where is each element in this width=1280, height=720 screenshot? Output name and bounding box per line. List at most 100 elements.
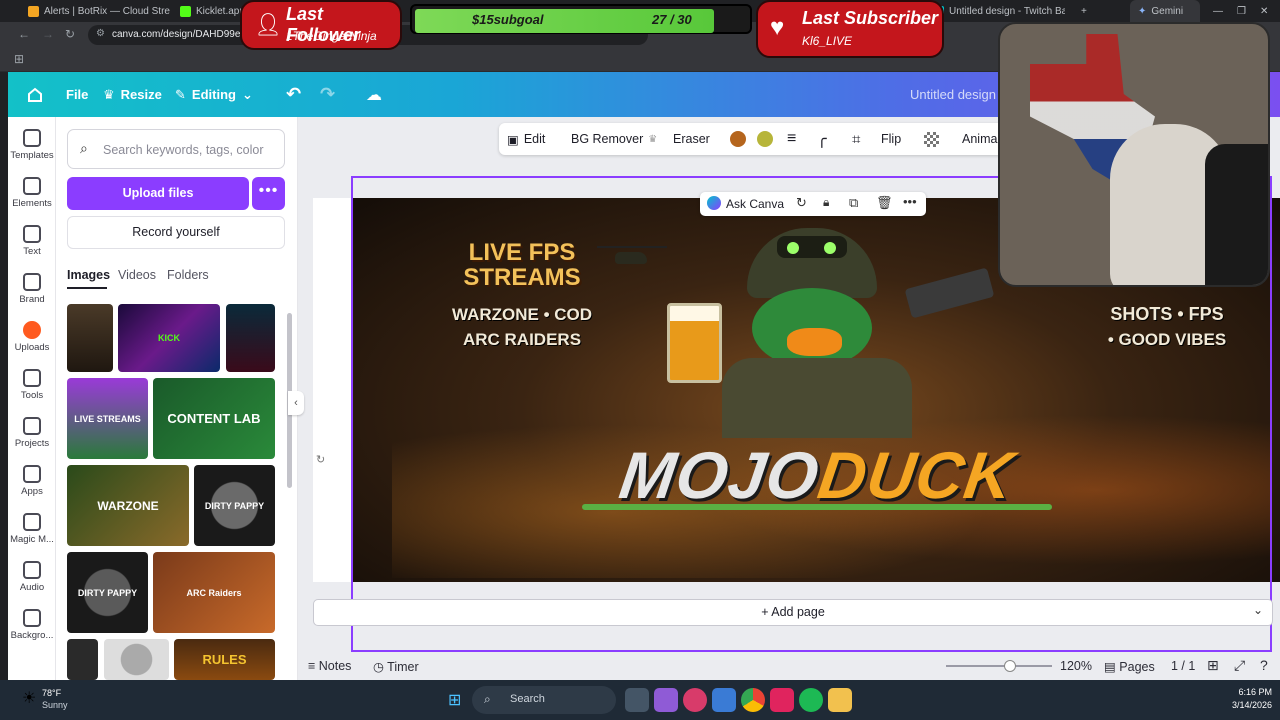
collapse-panel-chevron-icon[interactable]: ‹ [288, 391, 304, 415]
site-info-icon[interactable]: ⚙ [96, 28, 105, 39]
tab-botrix-alerts[interactable]: Alerts | BotRix — Cloud Stre [20, 0, 170, 22]
upload-thumbnail[interactable] [104, 639, 169, 680]
flip-button[interactable]: Flip [881, 123, 901, 155]
page-options-chevron-icon[interactable]: ⌄ [1253, 603, 1263, 617]
edit-image-button[interactable]: ▣ Edit [507, 123, 545, 155]
rotate-handle-icon[interactable]: ↻ [316, 453, 325, 466]
weather-temp[interactable]: 78°F [42, 688, 61, 698]
ask-canva-icon [707, 196, 721, 210]
windows-start-icon[interactable]: ⊞ [448, 690, 461, 710]
crop-button[interactable]: ⌗ [852, 123, 860, 155]
clock-date[interactable]: 3/14/2026 [1210, 700, 1272, 710]
animate-button[interactable]: Anima [962, 123, 997, 155]
color-swatch-1[interactable] [730, 123, 746, 155]
tab-untitled-design[interactable]: Untitled design - Twitch Banr [925, 0, 1065, 22]
upload-files-button[interactable]: Upload files [67, 177, 249, 210]
rail-item-background[interactable]: Backgro... [8, 609, 56, 641]
spotify-icon[interactable] [799, 688, 823, 712]
rail-item-elements[interactable]: Elements [8, 177, 56, 209]
rail-item-brand[interactable]: Brand [8, 273, 56, 305]
tab-folders[interactable]: Folders [167, 268, 209, 282]
upload-thumbnail[interactable]: CONTENT LAB [153, 378, 275, 459]
upload-thumbnail[interactable] [226, 304, 275, 372]
add-page-button[interactable]: + Add page [313, 599, 1273, 626]
upload-thumbnail[interactable]: KICK [118, 304, 220, 372]
obs-icon[interactable] [683, 688, 707, 712]
reload-icon[interactable]: ↻ [65, 27, 75, 41]
rail-item-text[interactable]: Text [8, 225, 56, 257]
swatch-circle [730, 131, 746, 147]
help-icon[interactable]: ? [1260, 657, 1268, 673]
x-app-icon[interactable] [770, 688, 794, 712]
tab-gemini[interactable]: ✦ Gemini [1130, 0, 1200, 22]
upload-more-options-button[interactable]: ••• [252, 177, 285, 210]
file-menu-button[interactable]: File [66, 72, 88, 117]
upload-thumbnail[interactable] [67, 304, 113, 372]
upload-thumbnail[interactable]: WARZONE [67, 465, 189, 546]
grid-view-icon[interactable]: ⊞ [1207, 657, 1219, 674]
thumb-caption: ARC Raiders [186, 587, 242, 598]
rail-item-uploads[interactable]: Uploads [8, 321, 56, 353]
resize-button[interactable]: ♛ Resize [103, 72, 162, 117]
tab-images[interactable]: Images [67, 268, 110, 282]
uploads-panel: ⌕ Search keywords, tags, color Upload fi… [56, 117, 298, 680]
upload-thumbnail[interactable]: RULES [174, 639, 275, 680]
file-explorer-icon[interactable] [828, 688, 852, 712]
tab-kicklet[interactable]: Kicklet.app - Ki [172, 0, 250, 22]
zoom-slider-track[interactable] [946, 665, 1052, 667]
cloud-check-icon: ☁ [366, 86, 382, 104]
close-window-icon[interactable]: ✕ [1260, 6, 1268, 17]
app-icon[interactable] [712, 688, 736, 712]
rail-item-apps[interactable]: Apps [8, 465, 56, 497]
border-style-button[interactable]: ≡ [787, 123, 796, 155]
zoom-slider-handle[interactable] [1004, 660, 1016, 672]
timer-button[interactable]: ◷ Timer [373, 659, 419, 674]
apps-grid-icon[interactable]: ⊞ [14, 52, 24, 66]
zoom-level[interactable]: 120% [1060, 659, 1092, 673]
rail-item-magic-media[interactable]: Magic M... [8, 513, 56, 545]
discord-icon[interactable] [654, 688, 678, 712]
taskbar-search[interactable]: ⌕ Search [472, 686, 616, 714]
trash-icon[interactable]: 🗑︎ [876, 195, 893, 211]
color-swatch-2[interactable] [757, 123, 773, 155]
fullscreen-icon[interactable]: ⤢ [1234, 657, 1245, 674]
clock-time[interactable]: 6:16 PM [1210, 687, 1272, 697]
redo-button[interactable]: ↷ [320, 72, 335, 117]
upload-thumbnail[interactable]: DIRTY PAPPY [194, 465, 275, 546]
bg-remover-button[interactable]: BG Remover ♛ [571, 123, 657, 155]
chrome-icon[interactable] [741, 688, 765, 712]
notes-button[interactable]: ≡ Notes [308, 659, 351, 673]
corner-rounding-button[interactable]: ╭ [817, 123, 827, 155]
rail-item-tools[interactable]: Tools [8, 369, 56, 401]
back-icon[interactable]: ← [18, 27, 30, 41]
home-button[interactable] [26, 72, 44, 117]
design-title[interactable]: Untitled design [910, 72, 996, 117]
editing-mode-button[interactable]: ✎ Editing ⌄ [175, 72, 253, 117]
upload-thumbnail[interactable]: ARC Raiders [153, 552, 275, 633]
maximize-icon[interactable]: ❐ [1237, 6, 1246, 17]
tab-videos[interactable]: Videos [118, 268, 156, 282]
record-yourself-button[interactable]: Record yourself [67, 216, 285, 249]
upload-thumbnail[interactable] [67, 639, 98, 680]
minimize-icon[interactable]: — [1213, 6, 1223, 17]
ask-canva-button[interactable]: Ask Canva [726, 197, 784, 211]
new-tab-button[interactable]: + [1073, 0, 1091, 22]
upload-thumbnail[interactable]: DIRTY PAPPY [67, 552, 148, 633]
rail-item-audio[interactable]: Audio [8, 561, 56, 593]
pages-button[interactable]: ▤ Pages [1104, 659, 1155, 674]
regenerate-icon[interactable]: ↻ [796, 195, 807, 211]
forward-icon[interactable]: → [42, 27, 54, 41]
undo-button[interactable]: ↶ [286, 72, 301, 117]
task-view-icon[interactable] [625, 688, 649, 712]
eraser-button[interactable]: Eraser [673, 123, 710, 155]
rail-item-templates[interactable]: Templates [8, 129, 56, 161]
more-options-icon[interactable]: ••• [903, 194, 917, 209]
cloud-save-status[interactable]: ☁ [366, 72, 382, 117]
weather-desc[interactable]: Sunny [42, 700, 68, 710]
upload-thumbnail[interactable]: LIVE STREAMS [67, 378, 148, 459]
duplicate-icon[interactable]: ⧉ [849, 195, 858, 211]
lock-icon[interactable]: 🔒︎ [823, 195, 829, 210]
search-input[interactable]: ⌕ Search keywords, tags, color [67, 129, 285, 169]
transparency-button[interactable] [924, 123, 939, 155]
rail-item-projects[interactable]: Projects [8, 417, 56, 449]
